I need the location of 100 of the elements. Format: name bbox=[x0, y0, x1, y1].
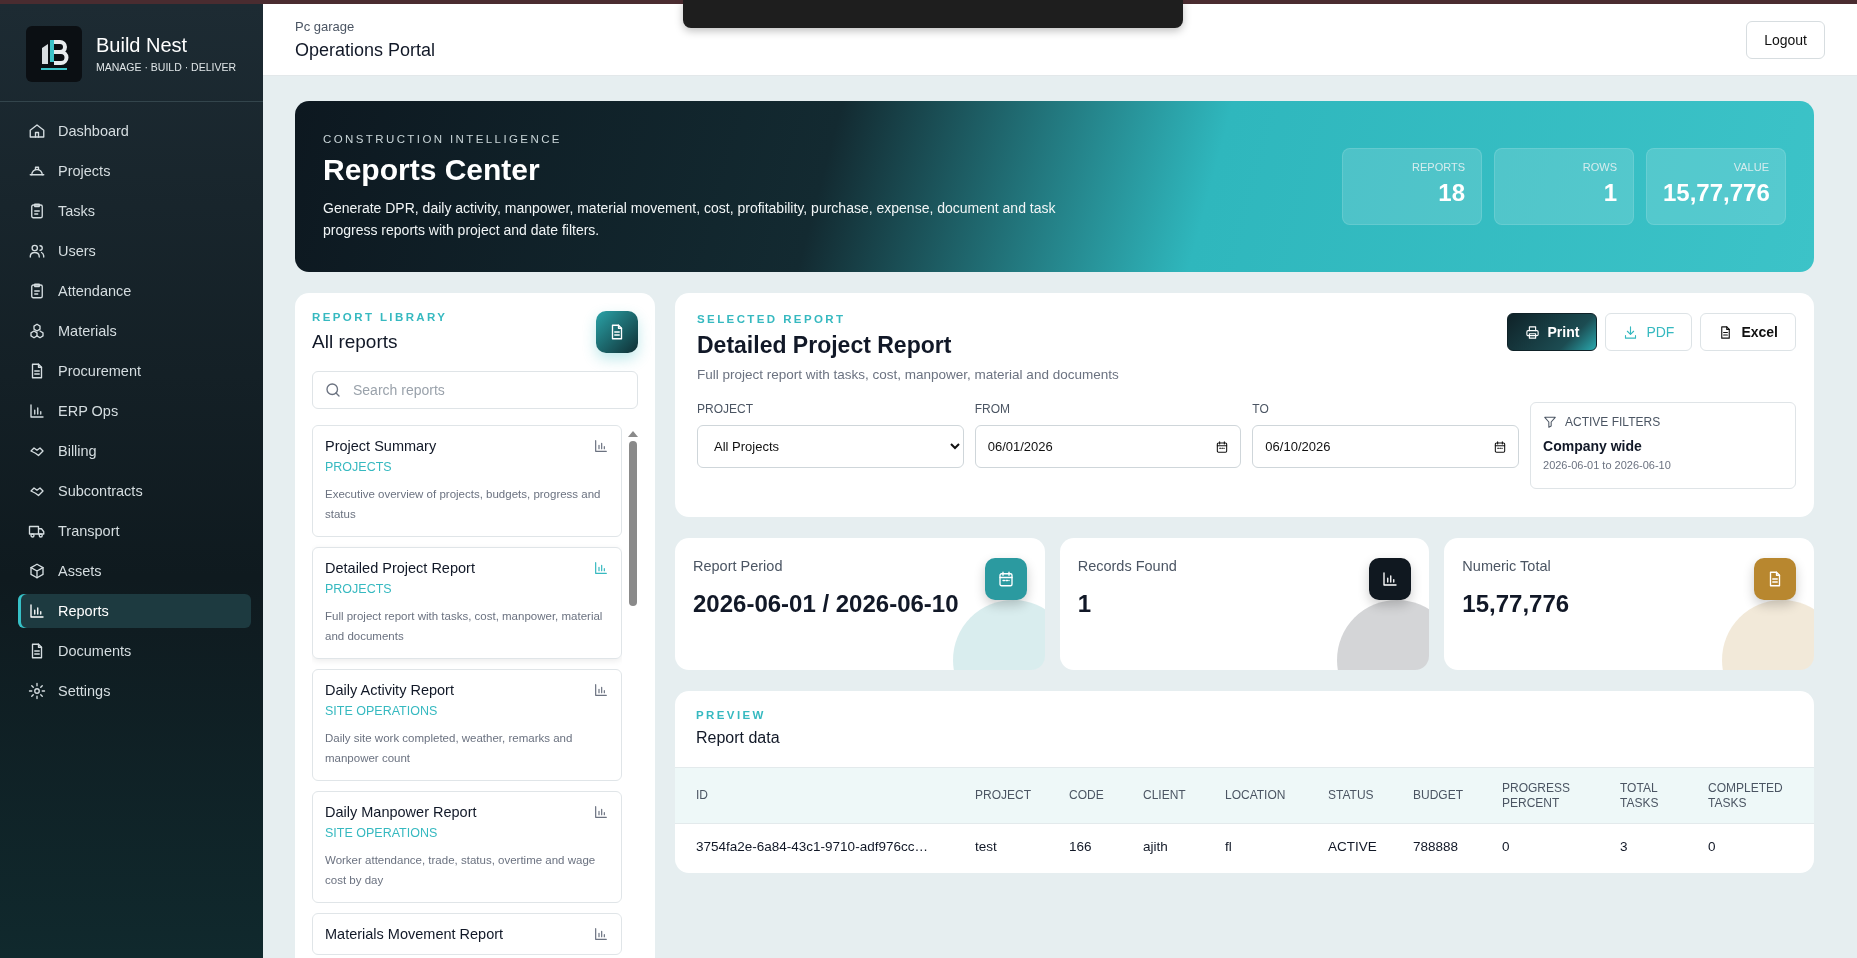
logo-icon bbox=[26, 25, 82, 82]
clipboard-icon bbox=[28, 282, 46, 300]
table-cell: 3754fa2e-6a84-43c1-9710-adf976cc… bbox=[675, 823, 975, 870]
hero-description: Generate DPR, daily activity, manpower, material movement, cost, profitability, purchase, expense, document and task progress reports with project and date filters. bbox=[323, 198, 1057, 240]
field-label: PROJECT bbox=[697, 402, 754, 416]
column-header: ID bbox=[675, 767, 975, 824]
report-card[interactable]: Daily Manpower Report SITE OPERATIONS Worker attendance, trade, status, overtime and wage cost by day bbox=[312, 791, 622, 903]
metric-label: Records Found bbox=[1077, 558, 1178, 574]
report-card[interactable]: Detailed Project Report PROJECTS Full project report with tasks, cost, manpower, material and documents bbox=[312, 547, 622, 659]
bar-chart-icon bbox=[593, 438, 609, 454]
brand-tagline: MANAGE · BUILD · DELIVER bbox=[96, 61, 237, 73]
report-description: Daily site work completed, weather, remarks and manpower count bbox=[325, 731, 574, 766]
bar-chart-icon bbox=[28, 602, 46, 620]
table-cell: ACTIVE bbox=[1328, 823, 1413, 870]
sidebar-item[interactable]: Projects bbox=[18, 154, 251, 188]
table-cell: fl bbox=[1225, 823, 1328, 870]
brand-name: Build Nest bbox=[96, 34, 189, 57]
table-cell: ajith bbox=[1143, 823, 1225, 870]
date-field[interactable]: 06/10/2026 bbox=[1252, 425, 1519, 468]
sidebar-item[interactable]: Transport bbox=[18, 514, 251, 548]
date-field[interactable]: 06/01/2026 bbox=[974, 425, 1242, 468]
calendar-icon bbox=[1493, 440, 1507, 454]
section-eyebrow: PREVIEW bbox=[696, 709, 767, 721]
stat-label: ROWS bbox=[1581, 161, 1617, 173]
sidebar-item[interactable]: Procurement bbox=[18, 354, 251, 388]
sidebar-item[interactable]: Dashboard bbox=[18, 114, 251, 148]
stat-value: 1 bbox=[1602, 179, 1617, 207]
report-category: PROJECTS bbox=[325, 460, 393, 474]
table-cell: 166 bbox=[1069, 823, 1143, 870]
bar-chart-icon bbox=[593, 804, 609, 820]
date-range: 2026-06-01 to 2026-06-10 bbox=[1543, 459, 1672, 471]
metric-value: 1 bbox=[1077, 590, 1093, 618]
stat-value: 18 bbox=[1437, 179, 1465, 207]
excel-button[interactable]: Excel bbox=[1700, 313, 1796, 351]
bar-chart-icon bbox=[28, 402, 46, 420]
table-cell: 3 bbox=[1620, 823, 1708, 870]
column-header: CLIENT bbox=[1143, 767, 1225, 824]
scroll-up-arrow-icon[interactable] bbox=[628, 431, 638, 437]
calendar-icon bbox=[1215, 440, 1230, 454]
report-title: Detailed Project Report bbox=[697, 332, 953, 359]
report-description: Worker attendance, trade, status, overtime and wage cost by day bbox=[325, 853, 597, 888]
box-icon bbox=[28, 562, 46, 580]
column-header: PROGRESS PERCENT bbox=[1502, 767, 1620, 824]
sidebar-item[interactable]: Settings bbox=[18, 674, 251, 708]
metric-label: Report Period bbox=[693, 558, 784, 574]
printer-icon bbox=[1524, 324, 1540, 340]
column-header: PROJECT bbox=[975, 767, 1069, 824]
search-field[interactable]: Search reports bbox=[312, 371, 638, 409]
sidebar-item[interactable]: Tasks bbox=[18, 194, 251, 228]
stat-label: REPORTS bbox=[1411, 161, 1465, 173]
settings-icon bbox=[28, 682, 46, 700]
filters-label: ACTIVE FILTERS bbox=[1565, 415, 1661, 429]
metric-value: 2026-06-01 / 2026-06-10 bbox=[693, 590, 960, 618]
sidebar-item[interactable]: Attendance bbox=[18, 274, 251, 308]
section-title: All reports bbox=[312, 331, 399, 353]
sidebar-item[interactable]: Subcontracts bbox=[18, 474, 251, 508]
sidebar-item[interactable]: Assets bbox=[18, 554, 251, 588]
sidebar-item[interactable]: ERP Ops bbox=[18, 394, 251, 428]
report-description: Executive overview of projects, budgets, progress and status bbox=[325, 487, 602, 522]
metric-value: 15,77,776 bbox=[1462, 590, 1571, 618]
report-title: Daily Activity Report bbox=[325, 682, 454, 698]
column-header: TOTAL TASKS bbox=[1620, 767, 1708, 824]
bar-chart-icon bbox=[593, 926, 609, 942]
project-select[interactable]: All Projects bbox=[697, 425, 964, 468]
field-label: FROM bbox=[974, 402, 1011, 416]
report-card[interactable]: Materials Movement Report bbox=[312, 913, 622, 955]
bar-chart-icon bbox=[593, 560, 609, 576]
report-description: Full project report with tasks, cost, manpower, material and documents bbox=[697, 367, 1119, 382]
filter-summary: Company wide bbox=[1543, 438, 1643, 454]
sidebar-item[interactable]: Materials bbox=[18, 314, 251, 348]
report-card[interactable]: Daily Activity Report SITE OPERATIONS Daily site work completed, weather, remarks and manpower count bbox=[312, 669, 622, 781]
filter-icon bbox=[1543, 415, 1557, 429]
table-cell: test bbox=[975, 823, 1069, 870]
page-title: Operations Portal bbox=[295, 39, 436, 61]
sidebar-item[interactable]: Billing bbox=[18, 434, 251, 468]
sidebar-item[interactable]: Reports bbox=[18, 594, 251, 628]
scrollbar-thumb[interactable] bbox=[629, 441, 637, 606]
sidebar-item[interactable]: Users bbox=[18, 234, 251, 268]
calendar-icon bbox=[996, 570, 1015, 588]
print-button[interactable]: Print bbox=[1506, 313, 1598, 351]
hero-eyebrow: CONSTRUCTION INTELLIGENCE bbox=[323, 132, 563, 145]
table-cell: 0 bbox=[1502, 823, 1620, 870]
report-card[interactable]: Project Summary PROJECTS Executive overview of projects, budgets, progress and status bbox=[312, 425, 622, 537]
sidebar-item[interactable]: Documents bbox=[18, 634, 251, 668]
table-cell: 788888 bbox=[1413, 823, 1502, 870]
column-header: STATUS bbox=[1328, 767, 1413, 824]
report-category: PROJECTS bbox=[325, 582, 393, 596]
report-title: Daily Manpower Report bbox=[325, 804, 477, 820]
hero-title: Reports Center bbox=[323, 152, 541, 187]
metric-label: Numeric Total bbox=[1462, 558, 1552, 574]
column-header: BUDGET bbox=[1413, 767, 1502, 824]
home-icon bbox=[28, 122, 46, 140]
logout-button[interactable]: Logout bbox=[1746, 20, 1825, 59]
report-title: Materials Movement Report bbox=[325, 926, 504, 942]
table-cell: 0 bbox=[1708, 823, 1814, 870]
section-eyebrow: REPORT LIBRARY bbox=[312, 311, 448, 323]
section-eyebrow: SELECTED REPORT bbox=[697, 313, 847, 325]
stat-value: 15,77,776 bbox=[1663, 179, 1769, 207]
search-icon bbox=[324, 381, 342, 399]
column-header: LOCATION bbox=[1225, 767, 1328, 824]
